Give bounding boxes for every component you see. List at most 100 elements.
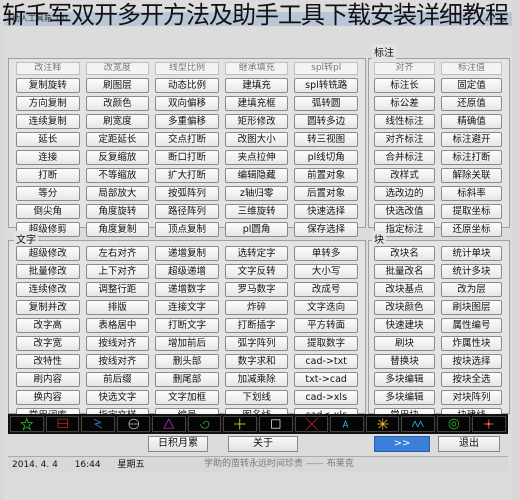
tool-button[interactable]: 建填充框	[224, 96, 289, 111]
text-tool-button[interactable]: 炸碎	[224, 300, 289, 315]
spiral-line-icon[interactable]	[187, 416, 222, 432]
block-tool-button[interactable]: 改为层	[441, 282, 502, 297]
text-tool-button[interactable]: 平方转面	[294, 318, 358, 333]
tool-button[interactable]: z轴归零	[224, 186, 289, 201]
text-tool-button[interactable]: 打断插字	[224, 318, 289, 333]
column-header[interactable]: 线型比例	[155, 62, 219, 75]
tool-button[interactable]: spl转铣路	[294, 78, 358, 93]
tool-button[interactable]: 转三视图	[294, 132, 358, 147]
triangle-mark-icon[interactable]	[152, 416, 186, 432]
dimension-button[interactable]: 标注避开	[441, 132, 502, 147]
text-tool-button[interactable]: 超级修改	[16, 246, 80, 261]
text-tool-button[interactable]: 文字迭向	[294, 300, 358, 315]
text-tool-button[interactable]: cad->xls	[294, 390, 358, 405]
tool-button[interactable]: 断口打断	[155, 150, 219, 165]
tool-button[interactable]: 刷图层	[85, 78, 150, 93]
cross-hatch-icon[interactable]	[294, 416, 329, 432]
text-tool-button[interactable]: 递增数字	[155, 282, 219, 297]
block-tool-button[interactable]: 对块阵列	[441, 390, 502, 405]
dimension-button[interactable]: 标斜率	[441, 186, 502, 201]
star-pattern-icon[interactable]	[10, 416, 44, 432]
block-tool-button[interactable]: 改块基点	[374, 282, 435, 297]
tool-button[interactable]: 局部放大	[85, 186, 150, 201]
text-tool-button[interactable]: 左右对齐	[85, 246, 150, 261]
text-tool-button[interactable]: 递增复制	[155, 246, 219, 261]
tool-button[interactable]: 顶点复制	[155, 222, 219, 237]
text-tool-button[interactable]: 前后缀	[85, 372, 150, 387]
dimension-button[interactable]: 精确值	[441, 114, 502, 129]
text-tool-button[interactable]: 排版	[85, 300, 150, 315]
tool-button[interactable]: 扩大打断	[155, 168, 219, 183]
text-tool-button[interactable]: 换内容	[16, 390, 80, 405]
text-tool-button[interactable]: 连接文字	[155, 300, 219, 315]
tool-button[interactable]: 按弧阵列	[155, 186, 219, 201]
text-tool-button[interactable]: 改字高	[16, 318, 80, 333]
text-tool-button[interactable]: 加减乘除	[224, 372, 289, 387]
tool-button[interactable]: 反复缩放	[85, 150, 150, 165]
block-tool-button[interactable]: 刷块图层	[441, 300, 502, 315]
text-tool-button[interactable]: 打断文字	[155, 318, 219, 333]
tool-button[interactable]: 快速选择	[294, 204, 358, 219]
tool-button[interactable]: 弧转圆	[294, 96, 358, 111]
tool-button[interactable]: 双向偏移	[155, 96, 219, 111]
dimension-button[interactable]: 还原值	[441, 96, 502, 111]
text-tool-button[interactable]: 调整行距	[85, 282, 150, 297]
zigzag-icon[interactable]	[401, 416, 435, 432]
column-header[interactable]: 改注释	[16, 62, 80, 75]
block-tool-button[interactable]: 多块编辑	[374, 390, 435, 405]
tool-button[interactable]: 前置对象	[294, 168, 358, 183]
tool-button[interactable]: 方向复制	[16, 96, 80, 111]
text-tool-button[interactable]: 超级递增	[155, 264, 219, 279]
block-tool-button[interactable]: 按块选择	[441, 354, 502, 369]
tool-button[interactable]: 保存选择	[294, 222, 358, 237]
block-tool-button[interactable]: 改块名	[374, 246, 435, 261]
tool-button[interactable]: 改图大小	[224, 132, 289, 147]
tool-button[interactable]: 交点打断	[155, 132, 219, 147]
dimension-button[interactable]: 提取坐标	[441, 204, 502, 219]
text-tool-button[interactable]: 复制并改	[16, 300, 80, 315]
tool-button[interactable]: 矩形修改	[224, 114, 289, 129]
text-tool-button[interactable]: txt->cad	[294, 372, 358, 387]
dimension-button[interactable]: 固定值	[441, 78, 502, 93]
text-tool-button[interactable]: 按线对齐	[85, 354, 150, 369]
tool-button[interactable]: 三维旋转	[224, 204, 289, 219]
dimension-button[interactable]: 解除关联	[441, 168, 502, 183]
block-tool-button[interactable]: 按块全选	[441, 372, 502, 387]
block-tool-button[interactable]: 多块编辑	[374, 372, 435, 387]
dimension-button[interactable]: 改样式	[374, 168, 435, 183]
text-tool-button[interactable]: 选转定字	[224, 246, 289, 261]
tool-button[interactable]: 多重偏移	[155, 114, 219, 129]
tool-button[interactable]: 角度复制	[85, 222, 150, 237]
block-tool-button[interactable]: 统计多块	[441, 264, 502, 279]
tool-button[interactable]: 后置对象	[294, 186, 358, 201]
text-tool-button[interactable]: 刷内容	[16, 372, 80, 387]
text-tool-button[interactable]: cad->txt	[294, 354, 358, 369]
tool-button[interactable]: 建填充	[224, 78, 289, 93]
text-tool-button[interactable]: 下划线	[224, 390, 289, 405]
text-tool-button[interactable]: 按线对齐	[85, 336, 150, 351]
tool-button[interactable]: 路径阵列	[155, 204, 219, 219]
column-header[interactable]: spl转pl	[294, 62, 358, 75]
about-button[interactable]: 关于	[228, 436, 298, 452]
text-tool-button[interactable]: 单转多	[294, 246, 358, 261]
dimension-button[interactable]: 选改边的	[374, 186, 435, 201]
tool-button[interactable]: 夹点拉伸	[224, 150, 289, 165]
block-tool-button[interactable]: 属性编号	[441, 318, 502, 333]
block-tool-button[interactable]: 改块颜色	[374, 300, 435, 315]
dimension-button[interactable]: 标注长	[374, 78, 435, 93]
dimension-button[interactable]: 快选改值	[374, 204, 435, 219]
dimension-button[interactable]: 线性标注	[374, 114, 435, 129]
text-tool-button[interactable]: 表格居中	[85, 318, 150, 333]
text-tool-button[interactable]: 大小写	[294, 264, 358, 279]
tool-button[interactable]: 定距延长	[85, 132, 150, 147]
text-tool-button[interactable]: 文字反转	[224, 264, 289, 279]
text-tool-button[interactable]: 弧字阵列	[224, 336, 289, 351]
dimension-button[interactable]: 标公差	[374, 96, 435, 111]
circle-ring-icon[interactable]	[436, 416, 471, 432]
text-tool-button[interactable]: 改字宽	[16, 336, 80, 351]
tool-button[interactable]: 改颜色	[85, 96, 150, 111]
tool-button[interactable]: pl圆角	[224, 222, 289, 237]
block-tool-button[interactable]: 替换块	[374, 354, 435, 369]
tool-button[interactable]: 刷宽度	[85, 114, 150, 129]
rectangle-grid-icon[interactable]	[45, 416, 80, 432]
